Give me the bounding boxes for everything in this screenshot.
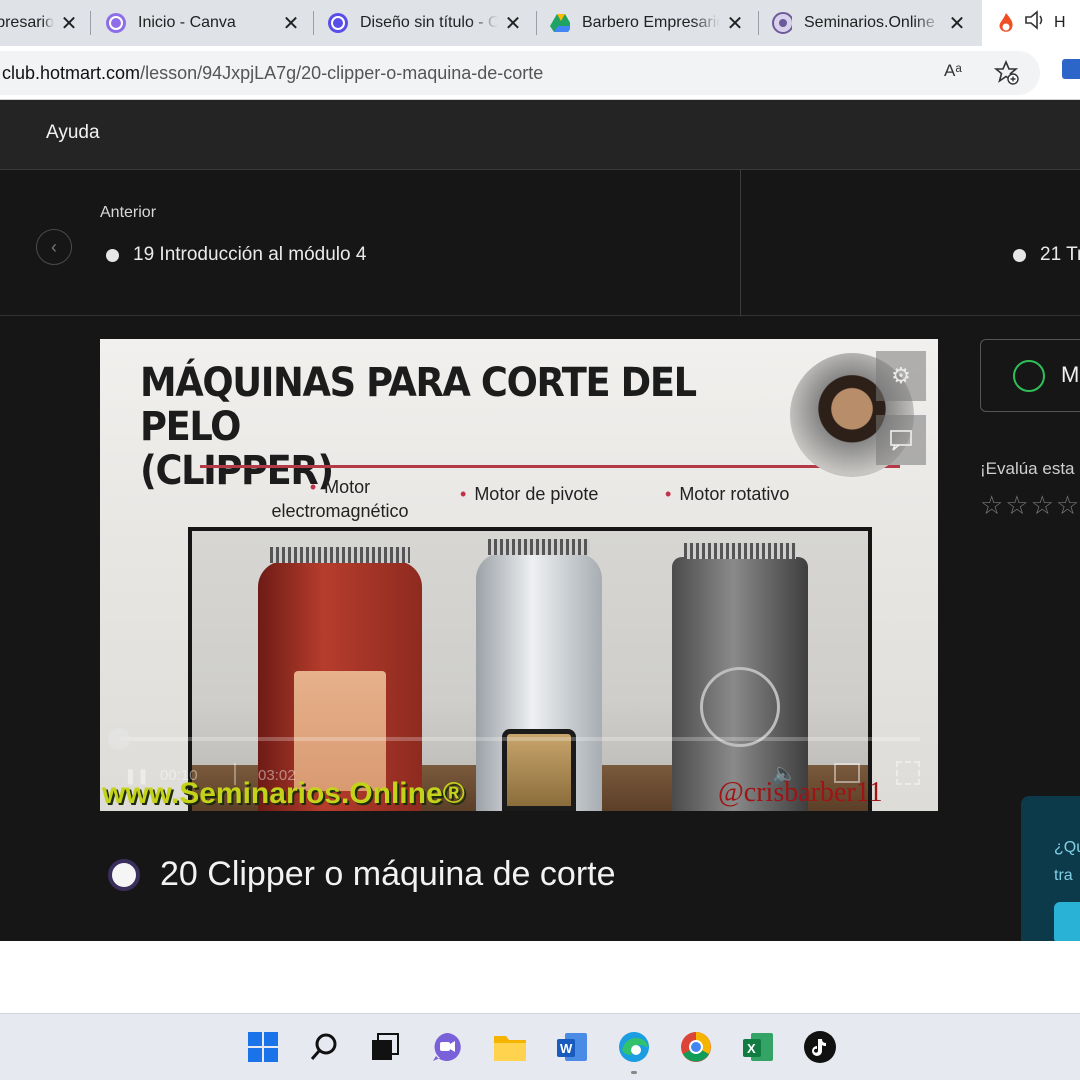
tab-close-icon[interactable]: ✕ [946, 11, 968, 36]
tab-title: Barbero Empresario [582, 14, 720, 31]
slide-divider [200, 465, 900, 468]
tab-title: Inicio - Canva [138, 14, 236, 31]
checkbox-circle-icon [1013, 360, 1045, 392]
hotmart-flame-icon [996, 13, 1016, 33]
tab-close-icon[interactable]: ✕ [58, 11, 80, 36]
notes-icon[interactable] [876, 415, 926, 465]
tab-title: Seminarios.Online [804, 14, 935, 31]
file-explorer-icon[interactable] [493, 1030, 527, 1064]
address-bar-row: club.hotmart.com/lesson/94JxpjLA7g/20-cl… [0, 46, 1080, 100]
google-drive-icon [550, 13, 570, 33]
video-progress-bar[interactable] [120, 737, 920, 741]
lesson-dot-icon [106, 248, 119, 262]
windows-start-icon[interactable] [246, 1030, 280, 1064]
edge-icon[interactable] [617, 1030, 651, 1064]
settings-gear-icon[interactable]: ⚙ [876, 351, 926, 401]
excel-icon[interactable]: X [741, 1030, 775, 1064]
nav-divider [740, 170, 741, 316]
previous-lesson-button[interactable]: ‹ [36, 229, 72, 265]
browser-tab[interactable]: Diseño sin título - Canva ✕ [328, 0, 524, 46]
mark-complete-label: M [1061, 362, 1080, 387]
browser-tab[interactable]: Inicio - Canva ✕ [106, 0, 302, 46]
lesson-dot-icon [1013, 248, 1026, 262]
address-bar[interactable]: club.hotmart.com/lesson/94JxpjLA7g/20-cl… [0, 51, 1040, 95]
tab-title: Empresario [0, 14, 54, 31]
browser-tab[interactable]: Seminarios.Online ✕ [772, 0, 968, 46]
lesson-status-icon [108, 858, 140, 891]
tab-title: Diseño sin título - Canva [360, 14, 498, 31]
browser-tab-active[interactable]: H [982, 0, 1080, 46]
video-progress-handle[interactable] [108, 728, 130, 750]
tab-close-icon[interactable]: ✕ [724, 11, 746, 36]
slide-title: MÁQUINAS PARA CORTE DEL PELO (CLIPPER) [140, 360, 697, 494]
help-card-text: ¿Qu tra [1054, 839, 1080, 884]
canva-icon [106, 13, 126, 33]
browser-tab[interactable]: Barbero Empresario ✕ [550, 0, 746, 46]
windows-taskbar: W X [0, 1013, 1080, 1080]
fullscreen-icon[interactable] [896, 761, 920, 785]
canva-icon [328, 13, 348, 33]
clipper-pivot [476, 539, 602, 811]
tab-title: H [1054, 14, 1066, 31]
previous-lesson-link[interactable]: 19 Introducción al módulo 4 [106, 244, 366, 266]
slide-bullet: • Motor de pivote [460, 484, 599, 504]
mark-complete-button[interactable]: M [980, 339, 1080, 412]
help-card-button[interactable] [1054, 902, 1080, 944]
next-lesson-title: 21 Tr [1040, 244, 1080, 265]
speaker-icon[interactable] [1024, 10, 1046, 36]
browser-tab-strip: Empresario ✕ Inicio - Canva ✕ Diseño sin… [0, 0, 1080, 46]
previous-lesson-title: 19 Introducción al módulo 4 [133, 244, 367, 265]
tab-close-icon[interactable]: ✕ [280, 11, 302, 36]
active-app-indicator [631, 1071, 637, 1074]
add-favorite-icon[interactable] [993, 59, 1020, 86]
lesson-title: 20 Clipper o máquina de corte [108, 855, 616, 894]
teams-chat-icon[interactable] [430, 1030, 464, 1064]
word-icon[interactable]: W [555, 1030, 589, 1064]
tab-close-icon[interactable]: ✕ [502, 11, 524, 36]
video-handle-watermark: @crisbarber11 [718, 777, 883, 808]
page-footer-area [0, 941, 1080, 1013]
video-watermark: www.Seminarios.Online® [102, 777, 465, 810]
chrome-icon[interactable] [679, 1030, 713, 1064]
star-rating[interactable]: ☆☆☆☆ [980, 490, 1080, 521]
search-icon[interactable] [308, 1030, 342, 1064]
next-lesson-link[interactable]: 21 Tr [1013, 244, 1080, 266]
tiktok-icon[interactable] [803, 1030, 837, 1064]
task-view-icon[interactable] [368, 1030, 402, 1064]
slide-bullet: • Motor rotativo [665, 484, 790, 504]
extension-icon[interactable] [1062, 59, 1080, 79]
url-text[interactable]: club.hotmart.com/lesson/94JxpjLA7g/20-cl… [2, 63, 543, 84]
lesson-title-text: 20 Clipper o máquina de corte [160, 855, 616, 893]
lesson-navigation: ‹ Anterior 19 Introducción al módulo 4 2… [0, 170, 1080, 316]
video-player[interactable]: MÁQUINAS PARA CORTE DEL PELO (CLIPPER) •… [100, 339, 938, 811]
previous-caption: Anterior [100, 204, 157, 221]
help-link[interactable]: Ayuda [46, 122, 100, 144]
slide-bullet: • Motor electromagnético [271, 477, 409, 521]
chevron-left-icon: ‹ [51, 236, 57, 257]
read-aloud-icon[interactable]: Aᵃ [944, 61, 962, 81]
page-top-bar: Ayuda [0, 100, 1080, 170]
svg-text:W: W [560, 1041, 573, 1056]
browser-tab[interactable]: Empresario ✕ [0, 0, 80, 46]
hotmart-icon [772, 12, 792, 34]
rate-lesson-label: ¡Evalúa esta [980, 459, 1075, 478]
svg-text:X: X [747, 1041, 756, 1056]
